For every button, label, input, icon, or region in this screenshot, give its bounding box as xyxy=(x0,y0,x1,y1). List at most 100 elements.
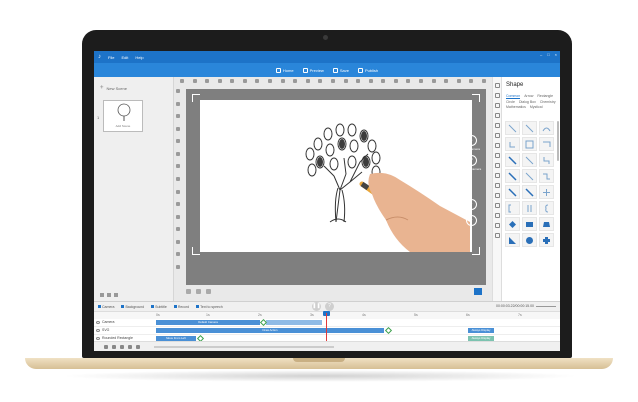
scene-panel: + New Scene 1 Add Scene xyxy=(94,77,174,301)
track-bar[interactable]: Draw Action xyxy=(156,328,384,333)
shape-diamond[interactable] xyxy=(505,217,520,231)
help-button[interactable]: ? xyxy=(325,302,334,311)
menu-file[interactable]: File xyxy=(108,55,114,60)
publish-icon xyxy=(357,67,363,73)
app-window: ♪ File Edit Help – □ × Home Preview Save… xyxy=(94,51,560,351)
tab-arrow[interactable]: Arrow xyxy=(524,94,533,99)
shape-arrow-line[interactable] xyxy=(505,153,520,167)
new-scene-button[interactable]: + New Scene xyxy=(100,83,152,93)
plus-icon: + xyxy=(100,85,104,91)
tab-rectangle[interactable]: Rectangle xyxy=(537,94,553,99)
tab-common[interactable]: Common xyxy=(506,94,521,99)
more-icon[interactable] xyxy=(136,344,140,349)
keyframe-icon[interactable] xyxy=(384,326,393,335)
track-svg[interactable]: SVG Draw Action Always Display xyxy=(94,326,560,335)
webcam xyxy=(323,35,328,40)
stage-background: 🔒︎ Lock Camera ⟳ Rotate Camera + – xyxy=(186,89,486,285)
zoom-out-control[interactable]: – xyxy=(456,215,486,226)
menu-help[interactable]: Help xyxy=(135,55,143,60)
tab-dialog-box[interactable]: Dialog Box xyxy=(519,100,536,104)
shape-line-2[interactable] xyxy=(522,169,537,183)
scene-controls xyxy=(100,293,118,297)
shape-bracket-square[interactable] xyxy=(505,201,520,215)
record-icon xyxy=(173,305,177,308)
subtitle-track-button[interactable]: Subtitle xyxy=(151,305,167,309)
shape-square-outline[interactable] xyxy=(522,137,537,151)
shape-triangle[interactable] xyxy=(505,233,520,247)
shape-panel-scrollbar[interactable] xyxy=(557,121,559,161)
laptop-base xyxy=(25,358,613,369)
record-track-button[interactable]: Record xyxy=(173,305,189,309)
canvas-footer xyxy=(186,285,486,297)
shape-circle[interactable] xyxy=(522,233,537,247)
close-icon[interactable]: × xyxy=(555,52,557,57)
scene-copy-icon[interactable] xyxy=(107,293,111,297)
zoom-in-control[interactable]: + xyxy=(456,199,486,210)
copy-track-icon[interactable] xyxy=(112,344,116,349)
laptop-shadow xyxy=(60,370,580,382)
lock-track-icon[interactable] xyxy=(128,344,132,349)
stage-canvas[interactable] xyxy=(200,100,472,252)
maximize-icon[interactable]: □ xyxy=(547,52,549,57)
zoom-toggle[interactable] xyxy=(474,287,482,295)
camera-track-button[interactable]: Camera xyxy=(98,305,114,309)
pause-button[interactable]: ❚❚ xyxy=(312,302,321,311)
shape-double-bar[interactable] xyxy=(522,201,537,215)
minimize-icon[interactable]: – xyxy=(540,52,542,57)
background-track-button[interactable]: Background xyxy=(121,305,144,309)
shape-trapezoid[interactable] xyxy=(539,217,554,231)
scene-number: 1 xyxy=(97,115,100,120)
shape-elbow[interactable] xyxy=(539,153,554,167)
app-logo-icon: ♪ xyxy=(98,54,101,60)
timeline-scrollbar[interactable] xyxy=(154,345,334,348)
align-icon[interactable] xyxy=(186,288,191,294)
timecode: 00:00:03.22/00:00:15.00 xyxy=(496,304,534,308)
visibility-icon[interactable] xyxy=(96,337,100,340)
rotate-camera-control[interactable]: ⟳ Rotate Camera xyxy=(456,155,486,171)
shape-step[interactable] xyxy=(539,169,554,183)
tab-chemistry[interactable]: Chemistry xyxy=(540,100,556,104)
menu-edit[interactable]: Edit xyxy=(121,55,128,60)
delete-track-icon[interactable] xyxy=(120,344,124,349)
zoom-in-icon: + xyxy=(465,199,477,210)
lock-camera-control[interactable]: 🔒︎ Lock Camera xyxy=(456,135,486,151)
tts-track-button[interactable]: Text to speech xyxy=(196,305,223,309)
add-track-icon[interactable] xyxy=(104,344,108,349)
home-icon xyxy=(275,67,281,73)
visibility-icon[interactable] xyxy=(96,321,100,324)
scene-thumbnail[interactable]: Add Scene xyxy=(103,100,143,132)
publish-button[interactable]: Publish xyxy=(357,67,378,73)
home-button[interactable]: Home xyxy=(275,67,294,73)
shape-line-diag[interactable] xyxy=(505,121,520,135)
tab-mystical[interactable]: Mystical xyxy=(530,105,543,109)
shape-arrow-bold-3[interactable] xyxy=(522,185,537,199)
tick-label: 1s xyxy=(206,313,210,317)
track-camera[interactable]: Camera Default Camera xyxy=(94,318,560,327)
scene-delete-icon[interactable] xyxy=(114,293,118,297)
shape-bracket[interactable] xyxy=(505,137,520,151)
shape-arc[interactable] xyxy=(539,121,554,135)
shape-arrow-bold-2[interactable] xyxy=(505,185,520,199)
track-bar[interactable]: Always Display xyxy=(468,328,494,333)
lock-icon: 🔒︎ xyxy=(465,135,477,146)
save-button[interactable]: Save xyxy=(332,67,349,73)
tab-circle[interactable]: Circle xyxy=(506,100,515,104)
shape-corner[interactable] xyxy=(539,137,554,151)
shape-brace[interactable] xyxy=(539,201,554,215)
shape-rectangle[interactable] xyxy=(522,217,537,231)
fit-icon[interactable] xyxy=(206,288,211,294)
shape-line-diag-2[interactable] xyxy=(522,121,537,135)
grid-icon[interactable] xyxy=(196,288,201,294)
scene-add-icon[interactable] xyxy=(100,293,104,297)
visibility-icon[interactable] xyxy=(96,329,100,332)
shape-arrow-bold[interactable] xyxy=(505,169,520,183)
shape-cross[interactable] xyxy=(539,185,554,199)
shape-plus[interactable] xyxy=(539,233,554,247)
tab-mathematics[interactable]: Mathematics xyxy=(506,105,526,109)
timeline-zoom-slider[interactable] xyxy=(536,306,556,307)
preview-button[interactable]: Preview xyxy=(302,67,324,73)
shape-line-thin[interactable] xyxy=(522,153,537,167)
track-bar[interactable]: Default Camera xyxy=(156,320,260,325)
track-bar[interactable] xyxy=(266,320,322,325)
main-toolbar: Home Preview Save Publish xyxy=(94,63,560,77)
